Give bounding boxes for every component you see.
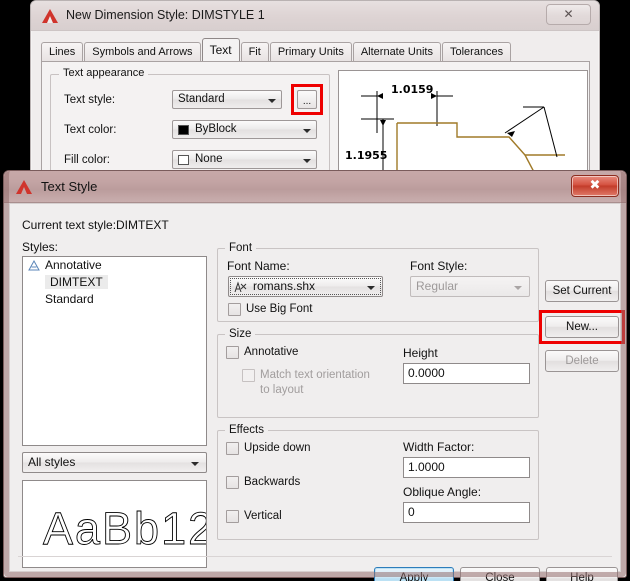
style-filter-value: All styles [28, 455, 76, 469]
list-item-dimtext[interactable]: DIMTEXT [23, 274, 206, 291]
chevron-down-icon [191, 462, 199, 466]
text-style-label: Text style: [64, 94, 116, 106]
width-factor-label: Width Factor: [403, 440, 475, 454]
set-current-button[interactable]: Set Current [545, 280, 619, 302]
delete-style-button[interactable]: Delete [545, 350, 619, 372]
sample-text-drawing: AaBb12 [43, 503, 207, 555]
match-orientation-label-line1: Match text orientation [260, 369, 370, 381]
height-label: Height [403, 346, 438, 360]
current-text-style-label: Current text style: [22, 218, 117, 232]
list-item-standard[interactable]: Standard [23, 291, 206, 308]
styles-label: Styles: [22, 240, 59, 254]
help-button[interactable]: Help [546, 567, 618, 581]
autocad-logo-icon [42, 9, 58, 23]
annotative-icon [28, 260, 40, 271]
text-color-label: Text color: [64, 124, 117, 136]
chevron-down-icon [303, 129, 311, 133]
styles-listbox[interactable]: Annotative DIMTEXT Standard [22, 256, 207, 446]
tab-fit[interactable]: Fit [240, 42, 269, 61]
text-style-dialog: Text Style ✖ Current text style: DIMTEXT… [3, 170, 627, 581]
text-color-combo[interactable]: ByBlock [172, 120, 317, 139]
dimension-style-tabs: Lines Symbols and Arrows Text Fit Primar… [41, 38, 512, 61]
use-big-font-checkbox[interactable]: Use Big Font [228, 303, 312, 316]
oblique-angle-label: Oblique Angle: [403, 485, 482, 499]
apply-button[interactable]: Apply [374, 567, 454, 581]
style-sample-preview: AaBb12 [22, 480, 207, 568]
size-group-label: Size [225, 328, 256, 340]
text-style-close-button[interactable]: ✖ [571, 175, 619, 197]
text-style-combo[interactable]: Standard [172, 90, 282, 109]
highlight-box-ellipsis [291, 84, 323, 115]
text-color-swatch [178, 125, 189, 135]
screen-root: New Dimension Style: DIMSTYLE 1 ✕ Lines … [0, 0, 630, 581]
autocad-logo-icon [16, 180, 32, 194]
match-orientation-label-line2: to layout [260, 384, 304, 396]
text-color-value: ByBlock [195, 123, 237, 135]
vertical-checkbox[interactable]: Vertical [226, 510, 282, 523]
back-dialog-close-button[interactable]: ✕ [546, 4, 591, 25]
tab-alternate-units[interactable]: Alternate Units [352, 42, 441, 61]
match-text-orientation-checkbox[interactable]: Match text orientation [242, 369, 370, 382]
fill-color-combo[interactable]: None [172, 150, 317, 169]
fill-color-label: Fill color: [64, 154, 111, 166]
width-factor-input[interactable]: 1.0000 [403, 457, 530, 478]
backwards-checkbox[interactable]: Backwards [226, 476, 300, 489]
close-button[interactable]: Close [460, 567, 540, 581]
sample-text: AaBb12 [43, 503, 207, 554]
font-style-label: Font Style: [410, 259, 468, 273]
new-dimension-style-dialog: New Dimension Style: DIMSTYLE 1 ✕ Lines … [30, 0, 600, 196]
list-item-annotative[interactable]: Annotative [23, 257, 206, 274]
checkbox-box [226, 346, 239, 359]
text-style-value: Standard [178, 93, 225, 105]
font-style-combo[interactable]: Regular [410, 276, 530, 297]
text-style-dialog-title: Text Style [41, 179, 98, 194]
list-item-label: Standard [45, 292, 94, 306]
text-style-dialog-body: Current text style: DIMTEXT Styles: Anno… [9, 203, 625, 581]
tab-text[interactable]: Text [201, 38, 240, 61]
font-name-value: romans.shx [253, 279, 316, 293]
tab-primary-units[interactable]: Primary Units [269, 42, 352, 61]
font-name-label: Font Name: [227, 259, 290, 273]
tab-tolerances[interactable]: Tolerances [441, 42, 512, 61]
font-style-value: Regular [416, 279, 459, 293]
effects-group-label: Effects [225, 424, 268, 436]
checkbox-box [226, 510, 239, 523]
text-style-titlebar[interactable]: Text Style ✖ [4, 171, 626, 203]
backwards-label: Backwards [244, 476, 301, 488]
chevron-down-icon [514, 286, 522, 290]
preview-dim-top: 1.0159 [391, 83, 433, 96]
annotative-label: Annotative [244, 346, 299, 358]
font-group-label: Font [225, 242, 257, 254]
current-text-style-value: DIMTEXT [116, 218, 169, 232]
checkbox-box [228, 303, 241, 316]
height-input[interactable]: 0.0000 [403, 363, 530, 384]
shx-font-icon [234, 281, 247, 293]
preview-dim-left: 1.1955 [345, 149, 387, 162]
vertical-label: Vertical [244, 510, 282, 522]
tab-lines[interactable]: Lines [41, 42, 84, 61]
highlight-box-new-button [539, 310, 625, 344]
upside-down-label: Upside down [244, 442, 311, 454]
back-dialog-title: New Dimension Style: DIMSTYLE 1 [66, 8, 265, 22]
chevron-down-icon [367, 286, 375, 290]
fill-color-swatch [178, 155, 189, 165]
chevron-down-icon [268, 99, 276, 103]
list-item-label: Annotative [45, 258, 102, 272]
use-big-font-label: Use Big Font [246, 303, 313, 315]
text-appearance-group-label: Text appearance [59, 67, 149, 79]
tab-symbols-and-arrows[interactable]: Symbols and Arrows [84, 42, 201, 61]
list-item-label: DIMTEXT [45, 275, 108, 289]
checkbox-box [226, 476, 239, 489]
checkbox-box [242, 369, 255, 382]
checkbox-box [226, 442, 239, 455]
annotative-checkbox[interactable]: Annotative [226, 346, 298, 359]
footer-divider [18, 556, 612, 557]
fill-color-value: None [195, 153, 223, 165]
chevron-down-icon [303, 159, 311, 163]
style-filter-combo[interactable]: All styles [22, 452, 207, 473]
back-dialog-titlebar[interactable]: New Dimension Style: DIMSTYLE 1 ✕ [31, 1, 599, 31]
font-name-combo[interactable]: romans.shx [228, 276, 383, 297]
oblique-angle-input[interactable]: 0 [403, 502, 530, 523]
upside-down-checkbox[interactable]: Upside down [226, 442, 310, 455]
